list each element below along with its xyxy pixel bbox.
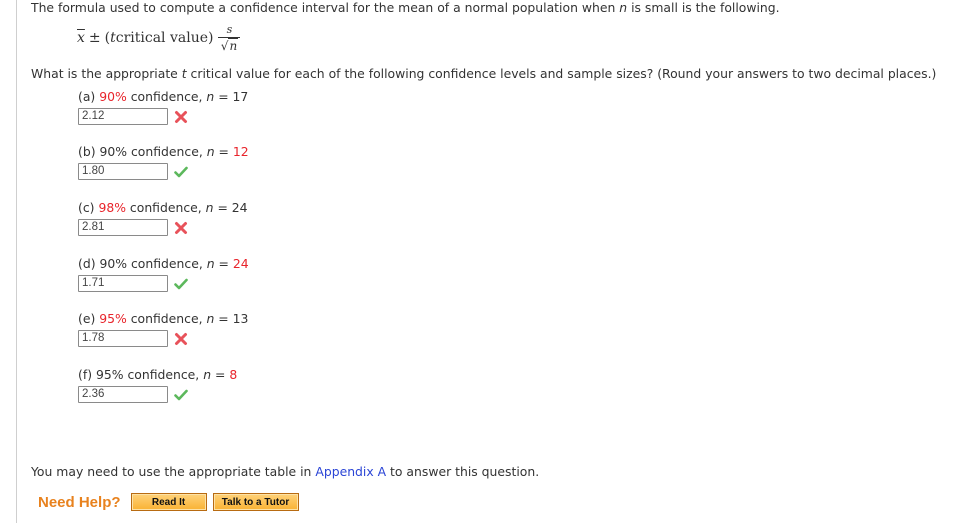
question-part: (a) 90% confidence, n = 17 2.12	[78, 89, 248, 125]
part-label: (d) 90% confidence, n = 24	[78, 256, 249, 271]
part-label: (c) 98% confidence, n = 24	[78, 200, 248, 215]
answer-row: 1.71	[78, 275, 249, 292]
question-part: (c) 98% confidence, n = 24 2.81	[78, 200, 248, 236]
sample-size: 24	[231, 200, 248, 215]
help-bar: Need Help? Read It Talk to a Tutor	[38, 493, 305, 511]
answer-row: 2.81	[78, 219, 248, 236]
confidence-interval-formula: x ± (t critical value) s √n	[77, 18, 241, 58]
sample-size: 12	[232, 144, 249, 159]
part-letter: (e)	[78, 311, 96, 326]
confidence-level: 98%	[98, 200, 126, 215]
confidence-level: 90%	[99, 89, 127, 104]
part-label: (a) 90% confidence, n = 17	[78, 89, 249, 104]
formula-denominator: √n	[220, 37, 239, 53]
part-letter: (a)	[78, 89, 96, 104]
formula-plus-minus: ±	[88, 30, 101, 46]
part-label: (f) 95% confidence, n = 8	[78, 367, 238, 382]
formula-fraction: s √n	[218, 22, 241, 53]
answer-input[interactable]: 1.80	[78, 163, 168, 180]
question-part: (d) 90% confidence, n = 24 1.71	[78, 256, 249, 292]
check-icon	[174, 389, 188, 400]
part-letter: (b)	[78, 144, 96, 159]
confidence-level: 90%	[99, 256, 128, 271]
answer-input[interactable]: 1.71	[78, 275, 168, 292]
intro-text: The formula used to compute a confidence…	[31, 0, 780, 15]
appendix-a-link[interactable]: Appendix A	[315, 464, 386, 479]
part-letter: (d)	[78, 256, 96, 271]
answer-input[interactable]: 2.36	[78, 386, 168, 403]
need-help-label: Need Help?	[38, 493, 121, 511]
question-text: What is the appropriate t critical value…	[31, 66, 937, 81]
answer-row: 2.12	[78, 108, 248, 125]
answer-row: 2.36	[78, 386, 237, 403]
talk-to-tutor-button[interactable]: Talk to a Tutor	[212, 493, 299, 511]
x-icon	[175, 221, 187, 234]
sample-size: 24	[232, 256, 249, 271]
confidence-level: 95%	[99, 311, 127, 326]
answer-input[interactable]: 2.12	[78, 108, 168, 125]
x-icon	[175, 332, 187, 345]
part-letter: (c)	[78, 200, 95, 215]
left-border	[16, 0, 17, 523]
confidence-level: 90%	[99, 144, 128, 159]
answer-row: 1.80	[78, 163, 249, 180]
x-icon	[175, 110, 187, 123]
answer-row: 1.78	[78, 330, 248, 347]
question-part: (f) 95% confidence, n = 8 2.36	[78, 367, 237, 403]
answer-input[interactable]: 2.81	[78, 219, 168, 236]
sample-size: 8	[229, 367, 238, 382]
appendix-note: You may need to use the appropriate tabl…	[31, 464, 540, 479]
read-it-button[interactable]: Read It	[130, 493, 207, 511]
part-label: (b) 90% confidence, n = 12	[78, 144, 249, 159]
check-icon	[174, 166, 188, 177]
formula-xbar: x	[77, 30, 85, 46]
question-part: (e) 95% confidence, n = 13 1.78	[78, 311, 248, 347]
question-part: (b) 90% confidence, n = 12 1.80	[78, 144, 249, 180]
part-letter: (f)	[78, 367, 93, 382]
sample-size: 13	[232, 311, 249, 326]
check-icon	[174, 278, 188, 289]
answer-input[interactable]: 1.78	[78, 330, 168, 347]
part-label: (e) 95% confidence, n = 13	[78, 311, 249, 326]
sample-size: 17	[232, 89, 249, 104]
confidence-level: 95%	[95, 367, 124, 382]
formula-numerator: s	[226, 22, 233, 36]
